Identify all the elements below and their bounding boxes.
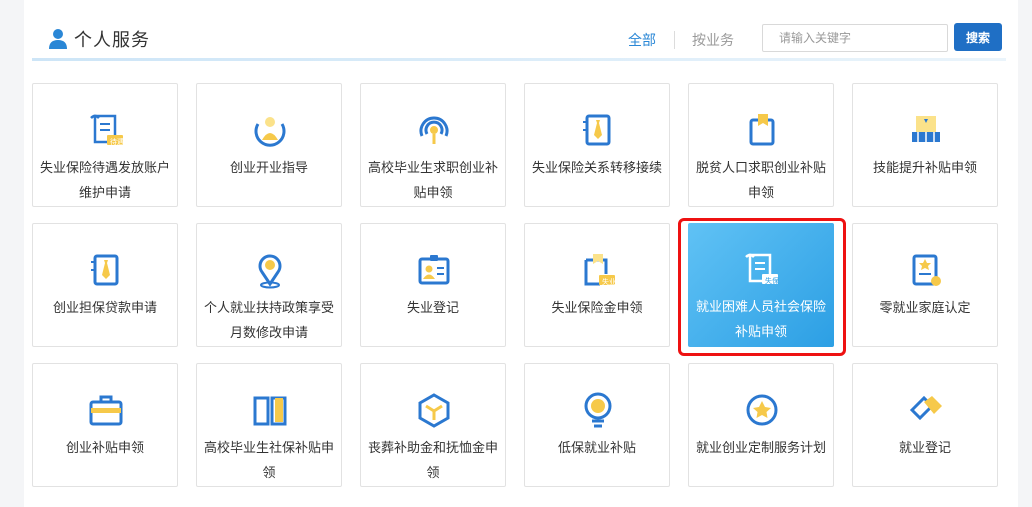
service-card-label: 高校毕业生社保补贴申领 bbox=[203, 441, 334, 481]
service-card-label: 丧葬补助金和抚恤金申领 bbox=[367, 441, 498, 481]
service-card[interactable]: 失业保险关系转移接续 bbox=[524, 83, 670, 207]
service-card-label: 创业担保贷款申请 bbox=[52, 301, 157, 316]
service-card[interactable]: 个人就业扶持政策享受月数修改申请 bbox=[196, 223, 342, 347]
service-card[interactable]: 创业担保贷款申请 bbox=[32, 223, 178, 347]
service-card-label: 低保就业补贴 bbox=[557, 441, 636, 456]
diamond-tag-icon bbox=[906, 390, 946, 430]
service-card-label: 技能提升补贴申领 bbox=[872, 161, 977, 176]
search-button[interactable]: 搜索 bbox=[954, 23, 1002, 51]
service-card[interactable]: 就业创业定制服务计划 bbox=[688, 363, 834, 487]
tie-folder-icon bbox=[86, 250, 126, 290]
service-card-label: 失业保险待遇发放账户维护申请 bbox=[39, 161, 170, 201]
service-card[interactable]: 技能提升补贴申领 bbox=[852, 83, 998, 207]
tab-by-business[interactable]: 按业务 bbox=[692, 30, 734, 50]
service-card-badge: 待遇 bbox=[110, 138, 124, 146]
certificate-star-icon bbox=[906, 250, 946, 290]
service-card-label: 就业创业定制服务计划 bbox=[695, 441, 826, 456]
service-card-badge: 失业 bbox=[602, 278, 616, 286]
location-pin-icon bbox=[250, 250, 290, 290]
flag-document-icon bbox=[742, 110, 782, 150]
personal-services-panel: 个人服务 全部 按业务 搜索 失业保险待遇发放账户维护申请 待遇 创业开业指导 高… bbox=[24, 0, 1018, 507]
service-card-label: 失业保险金申领 bbox=[551, 301, 643, 316]
service-card-label: 失业保险关系转移接续 bbox=[531, 161, 662, 176]
service-card[interactable]: 脱贫人口求职创业补贴申领 bbox=[688, 83, 834, 207]
service-card[interactable]: 失业保险金申领 失业 bbox=[524, 223, 670, 347]
service-card-label: 就业登记 bbox=[898, 441, 951, 456]
user-icon bbox=[49, 29, 67, 49]
service-card[interactable]: 低保就业补贴 bbox=[524, 363, 670, 487]
tab-separator bbox=[674, 31, 675, 49]
signal-tower-icon bbox=[414, 110, 454, 150]
panel-title: 个人服务 bbox=[74, 30, 150, 51]
tie-folder-icon bbox=[578, 110, 618, 150]
service-card[interactable]: 零就业家庭认定 bbox=[852, 223, 998, 347]
panel-title-wrap: 个人服务 bbox=[48, 26, 150, 52]
service-card-label: 高校毕业生求职创业补贴申领 bbox=[367, 161, 498, 201]
id-card-icon bbox=[414, 250, 454, 290]
service-card-label: 失业登记 bbox=[406, 301, 459, 316]
service-card[interactable]: 失业保险待遇发放账户维护申请 待遇 bbox=[32, 83, 178, 207]
service-card-badge: 失保 bbox=[765, 277, 779, 285]
service-card[interactable]: 就业登记 bbox=[852, 363, 998, 487]
search-input[interactable] bbox=[762, 24, 948, 52]
service-card-label: 创业补贴申领 bbox=[65, 441, 144, 456]
service-card-label: 创业开业指导 bbox=[229, 161, 308, 176]
tab-all[interactable]: 全部 bbox=[628, 30, 656, 50]
service-card[interactable]: 就业困难人员社会保险补贴申领 失保 bbox=[688, 223, 834, 347]
service-card[interactable]: 创业补贴申领 bbox=[32, 363, 178, 487]
panel-header: 个人服务 全部 按业务 搜索 bbox=[24, 0, 1018, 62]
person-circle-icon bbox=[250, 110, 290, 150]
cube-icon bbox=[414, 390, 454, 430]
certificate-stack-icon bbox=[906, 110, 946, 150]
service-card-label: 个人就业扶持政策享受月数修改申请 bbox=[203, 301, 334, 341]
star-badge-icon bbox=[742, 390, 782, 430]
service-card[interactable]: 高校毕业生社保补贴申领 bbox=[196, 363, 342, 487]
service-card-label: 就业困难人员社会保险补贴申领 bbox=[695, 300, 826, 340]
service-card-label: 脱贫人口求职创业补贴申领 bbox=[695, 161, 826, 201]
service-card[interactable]: 创业开业指导 bbox=[196, 83, 342, 207]
service-card[interactable]: 丧葬补助金和抚恤金申领 bbox=[360, 363, 506, 487]
briefcase-icon bbox=[86, 390, 126, 430]
service-card-label: 零就业家庭认定 bbox=[879, 301, 971, 316]
open-book-icon bbox=[250, 390, 290, 430]
service-card[interactable]: 失业登记 bbox=[360, 223, 506, 347]
lightbulb-icon bbox=[578, 390, 618, 430]
header-divider bbox=[32, 58, 1006, 61]
service-card[interactable]: 高校毕业生求职创业补贴申领 bbox=[360, 83, 506, 207]
